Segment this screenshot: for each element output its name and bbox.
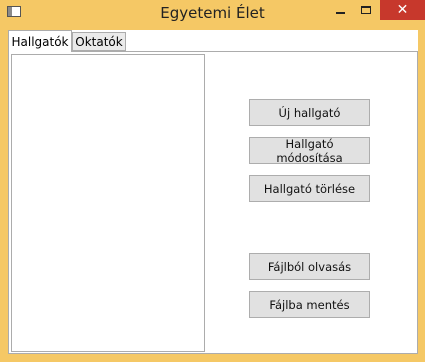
main-window: Egyetemi Élet ✕ Hallgatók Oktatók Új hal… (0, 0, 425, 362)
maximize-icon (361, 6, 371, 14)
new-student-button[interactable]: Új hallgató (249, 99, 370, 126)
save-to-file-button[interactable]: Fájlba mentés (249, 291, 370, 318)
minimize-icon (335, 12, 345, 14)
client-area: Hallgatók Oktatók Új hallgató Hallgató m… (8, 30, 418, 354)
close-icon: ✕ (396, 2, 409, 18)
close-button[interactable]: ✕ (380, 0, 425, 20)
tab-label: Oktatók (75, 34, 123, 49)
title-bar[interactable]: Egyetemi Élet ✕ (0, 0, 425, 26)
maximize-button[interactable] (353, 0, 379, 20)
tab-oktatok[interactable]: Oktatók (72, 32, 126, 51)
tab-panel-hallgatok: Új hallgató Hallgató módosítása Hallgató… (8, 51, 418, 354)
tab-label: Hallgatók (11, 34, 69, 49)
student-list[interactable] (11, 54, 205, 352)
minimize-button[interactable] (327, 0, 353, 20)
tab-hallgatok[interactable]: Hallgatók (8, 30, 72, 52)
read-from-file-button[interactable]: Fájlból olvasás (249, 253, 370, 280)
edit-student-button[interactable]: Hallgató módosítása (249, 137, 370, 165)
delete-student-button[interactable]: Hallgató törlése (249, 175, 370, 202)
